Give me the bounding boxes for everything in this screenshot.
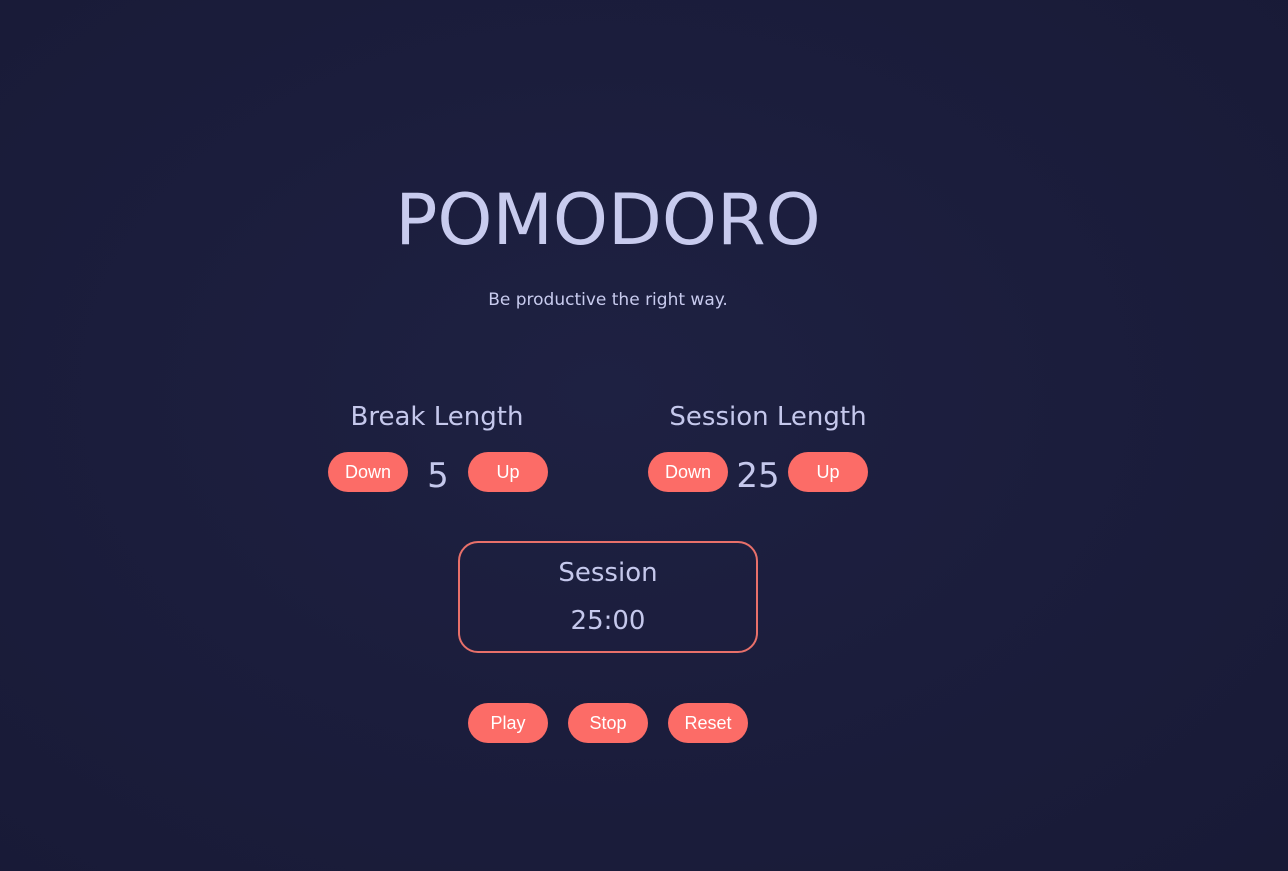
session-length-control: Session Length Down 25 Up <box>648 398 888 496</box>
page-subtitle: Be productive the right way. <box>488 290 728 310</box>
timer-actions: Play Stop Reset <box>468 703 748 743</box>
break-length-row: Down 5 Up <box>328 452 548 496</box>
session-length-label: Session Length <box>669 402 867 432</box>
session-increment-button[interactable]: Up <box>788 452 868 492</box>
break-length-control: Break Length Down 5 Up <box>318 398 558 496</box>
page-title: POMODORO <box>395 179 821 261</box>
break-decrement-button[interactable]: Down <box>328 452 408 492</box>
play-button[interactable]: Play <box>468 703 548 743</box>
session-length-value: 25 <box>736 456 780 496</box>
timer-display: Session 25:00 <box>458 541 758 653</box>
break-increment-button[interactable]: Up <box>468 452 548 492</box>
break-length-label: Break Length <box>350 402 524 432</box>
timer-time-left: 25:00 <box>570 606 646 636</box>
timer-label: Session <box>558 558 658 588</box>
break-length-value: 5 <box>427 456 449 496</box>
session-length-row: Down 25 Up <box>648 452 868 496</box>
stop-button[interactable]: Stop <box>568 703 648 743</box>
reset-button[interactable]: Reset <box>668 703 748 743</box>
session-decrement-button[interactable]: Down <box>648 452 728 492</box>
